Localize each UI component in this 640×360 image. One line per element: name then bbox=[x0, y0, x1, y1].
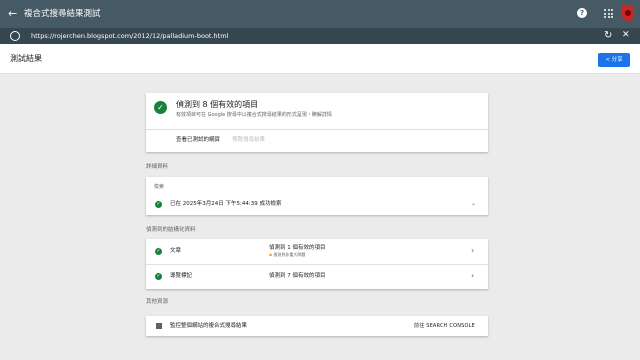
structured-row-breadcrumb[interactable]: ✓ 導覽標記 偵測到 7 個有效的項目 › bbox=[146, 264, 488, 289]
details-section-label: 詳細資料 bbox=[146, 164, 169, 170]
chevron-right-icon[interactable]: › bbox=[471, 272, 474, 280]
other-resources-card: 監控整個網站的複合式搜尋結果 前往 SEARCH CONSOLE bbox=[146, 316, 488, 336]
structured-section-label: 偵測到的結構化資料 bbox=[146, 227, 196, 233]
summary-subtitle: 有效項目可在 Google 搜尋中以複合式搜尋結果的形式呈現・瞭解詳情 bbox=[176, 112, 332, 118]
globe-icon bbox=[10, 31, 20, 41]
row-warning: ◆ 偵測到非重大問題 bbox=[269, 252, 305, 258]
chevron-right-icon[interactable]: › bbox=[471, 247, 474, 255]
check-circle-icon: ✓ bbox=[155, 248, 162, 255]
structured-data-card: ✓ 文章 偵測到 1 個有效的項目 ◆ 偵測到非重大問題 › ✓ 導覽標記 偵測… bbox=[146, 239, 488, 289]
app-title: 複合式搜尋結果測試 bbox=[24, 9, 101, 19]
summary-card: ✓ 偵測到 8 個有效的項目 有效項目可在 Google 搜尋中以複合式搜尋結果… bbox=[146, 93, 488, 152]
view-tested-page-button[interactable]: 查看已測試的網頁 bbox=[176, 136, 220, 144]
row-result: 偵測到 1 個有效的項目 bbox=[269, 245, 326, 251]
check-circle-icon: ✓ bbox=[155, 273, 162, 280]
preview-results-button[interactable]: 預覽搜尋結果 bbox=[232, 136, 265, 144]
check-circle-icon: ✓ bbox=[154, 101, 167, 114]
crawl-details-card[interactable]: 檢索 ✓ 已在 2025年3月24日 下午5:44:39 成功檢索 ⌄ bbox=[146, 177, 488, 215]
go-to-search-console-link[interactable]: 前往 SEARCH CONSOLE bbox=[414, 322, 475, 330]
results-header: 測試結果 bbox=[0, 44, 640, 74]
apps-grid-icon[interactable] bbox=[604, 9, 613, 18]
other-section-label: 其他資源 bbox=[146, 299, 169, 305]
row-name: 導覽標記 bbox=[170, 273, 193, 279]
help-icon[interactable]: ? bbox=[577, 8, 587, 18]
divider bbox=[146, 129, 488, 130]
monitor-text: 監控整個網站的複合式搜尋結果 bbox=[170, 323, 248, 329]
row-warning-text: 偵測到非重大問題 bbox=[273, 252, 306, 257]
page-title: 測試結果 bbox=[10, 54, 42, 63]
share-button[interactable]: < 分享 bbox=[598, 53, 630, 67]
row-result: 偵測到 7 個有效的項目 bbox=[269, 273, 326, 279]
summary-title: 偵測到 8 個有效的項目 bbox=[176, 100, 259, 109]
crawl-label: 檢索 bbox=[154, 184, 165, 190]
top-app-bar: ← 複合式搜尋結果測試 ? bbox=[0, 0, 640, 28]
tested-url[interactable]: https://rojerchen.blogspot.com/2012/12/p… bbox=[31, 30, 228, 42]
crawl-status: 已在 2025年3月24日 下午5:44:39 成功檢索 bbox=[170, 201, 282, 207]
avatar[interactable] bbox=[620, 4, 636, 22]
chevron-down-icon[interactable]: ⌄ bbox=[471, 200, 476, 208]
url-bar: https://rojerchen.blogspot.com/2012/12/p… bbox=[0, 28, 640, 44]
chart-icon bbox=[156, 323, 162, 329]
structured-row-article[interactable]: ✓ 文章 偵測到 1 個有效的項目 ◆ 偵測到非重大問題 › bbox=[146, 239, 488, 265]
row-name: 文章 bbox=[170, 248, 182, 254]
refresh-icon[interactable]: ↻ bbox=[604, 29, 612, 42]
close-icon[interactable]: ✕ bbox=[622, 29, 630, 42]
warning-dot-icon: ◆ bbox=[269, 252, 273, 257]
back-arrow-icon[interactable]: ← bbox=[8, 6, 17, 22]
check-circle-icon: ✓ bbox=[155, 201, 162, 208]
